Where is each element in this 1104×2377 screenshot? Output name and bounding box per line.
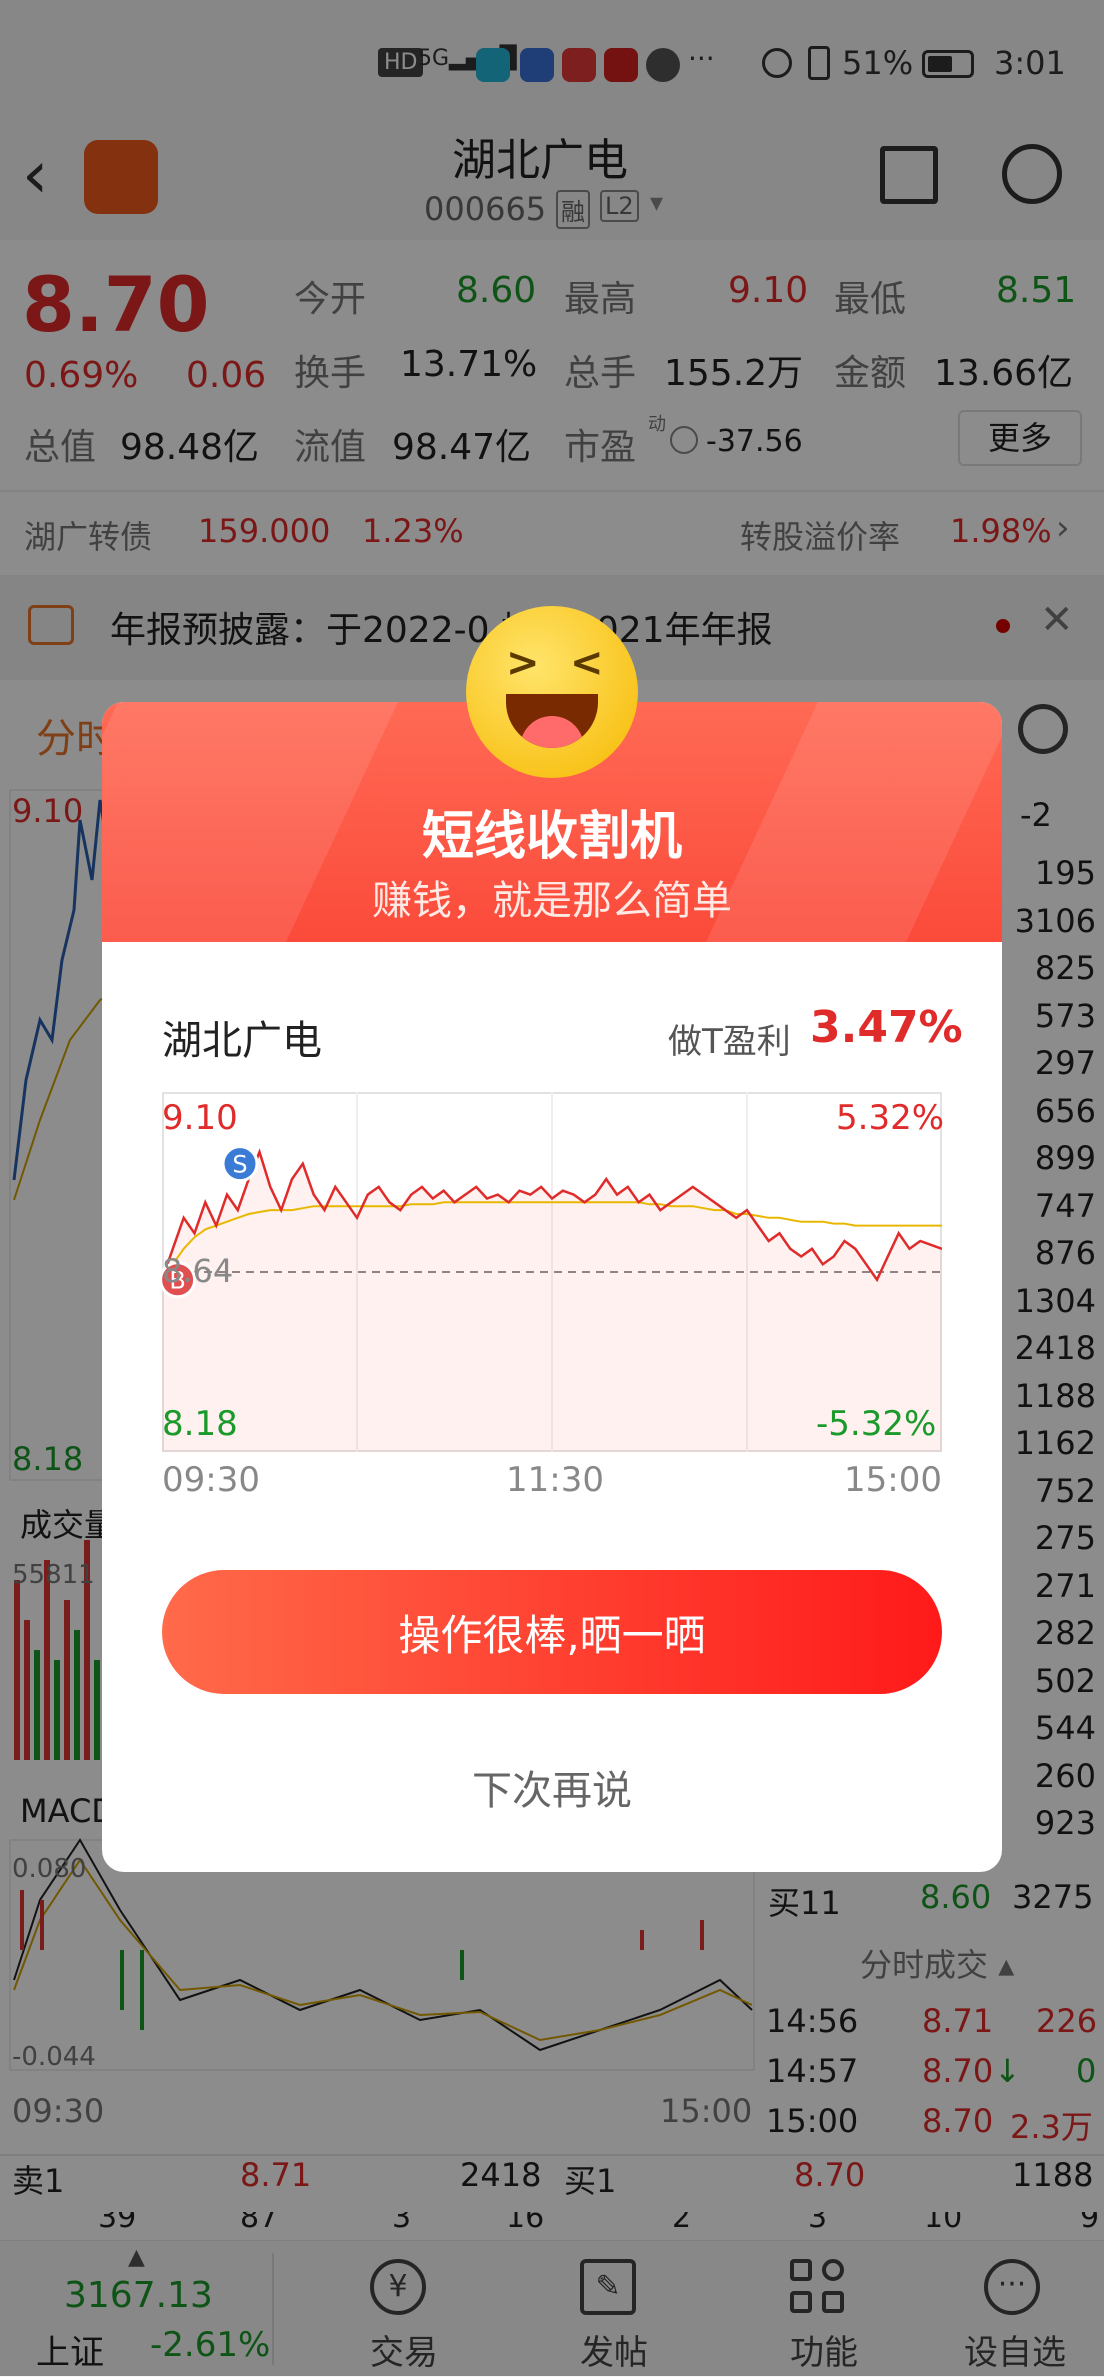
- chart-pct-bottom: -5.32%: [816, 1404, 937, 1444]
- chart-y-top: 9.10: [162, 1098, 238, 1138]
- modal-stock-name: 湖北广电: [162, 1018, 322, 1064]
- modal-title: 短线收割机: [421, 807, 682, 867]
- mini-chart: BS 9.10 8.64 8.18 5.32% -5.32%: [159, 1092, 945, 1452]
- profit-modal: 短线收割机 赚钱，就是那么简单 湖北广电 做T盈利 3.47% BS 9.10 …: [102, 702, 1002, 1872]
- mini-chart-svg: BS: [159, 1092, 943, 1452]
- trade-marker-label: S: [232, 1151, 247, 1179]
- chart-x-tick: 11:30: [506, 1460, 604, 1500]
- modal-subtitle: 赚钱，就是那么简单: [372, 878, 732, 924]
- chart-pct-top: 5.32%: [836, 1098, 945, 1138]
- chart-x-tick: 15:00: [844, 1460, 942, 1500]
- chart-y-bottom: 8.18: [162, 1404, 238, 1444]
- emoji-eye-left: >: [506, 640, 540, 686]
- chart-x-tick: 09:30: [162, 1460, 260, 1500]
- profit-label: 做T盈利: [668, 1022, 791, 1062]
- emoji-mouth: [506, 694, 598, 748]
- share-result-button[interactable]: 操作很棒,晒一晒: [162, 1570, 942, 1694]
- dismiss-button[interactable]: 下次再说: [102, 1758, 1002, 1816]
- emoji-eye-right: <: [570, 640, 604, 686]
- profit-value: 3.47%: [810, 1002, 963, 1053]
- laughing-emoji-icon: > <: [466, 606, 638, 778]
- chart-y-mid: 8.64: [162, 1252, 234, 1290]
